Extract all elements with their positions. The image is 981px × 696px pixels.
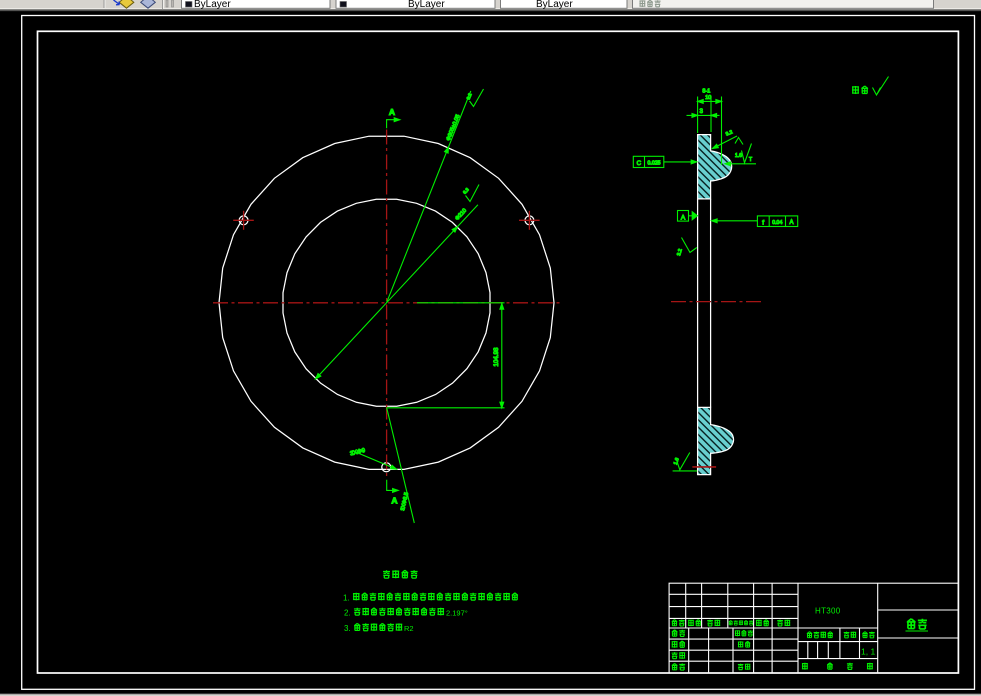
svg-text:2.197°: 2.197° bbox=[446, 608, 468, 617]
svg-text:ByLayer: ByLayer bbox=[194, 0, 231, 10]
svg-text:A: A bbox=[681, 214, 686, 221]
svg-text:1.6: 1.6 bbox=[735, 153, 742, 159]
svg-text:A: A bbox=[389, 107, 395, 117]
svg-text:0.025: 0.025 bbox=[648, 161, 661, 167]
svg-text:f: f bbox=[762, 219, 764, 226]
svg-text:ByLayer: ByLayer bbox=[408, 0, 445, 10]
svg-text:1.: 1. bbox=[343, 593, 350, 602]
svg-text:2.: 2. bbox=[344, 608, 351, 617]
svg-text:C: C bbox=[637, 160, 642, 167]
svg-text:A: A bbox=[789, 220, 793, 226]
svg-text:T: T bbox=[749, 157, 752, 163]
svg-text:10: 10 bbox=[705, 95, 711, 101]
svg-text:0.04: 0.04 bbox=[772, 220, 782, 226]
svg-text:R2: R2 bbox=[404, 624, 414, 633]
svg-text:8-1: 8-1 bbox=[702, 89, 710, 95]
svg-text:3: 3 bbox=[700, 108, 704, 115]
svg-text:3.: 3. bbox=[344, 624, 351, 633]
svg-text:HT300: HT300 bbox=[815, 607, 841, 616]
svg-text:1, 1: 1, 1 bbox=[861, 647, 875, 657]
svg-text:104.98: 104.98 bbox=[493, 347, 500, 366]
svg-text:ByLayer: ByLayer bbox=[536, 0, 573, 10]
svg-text:A: A bbox=[391, 496, 397, 506]
